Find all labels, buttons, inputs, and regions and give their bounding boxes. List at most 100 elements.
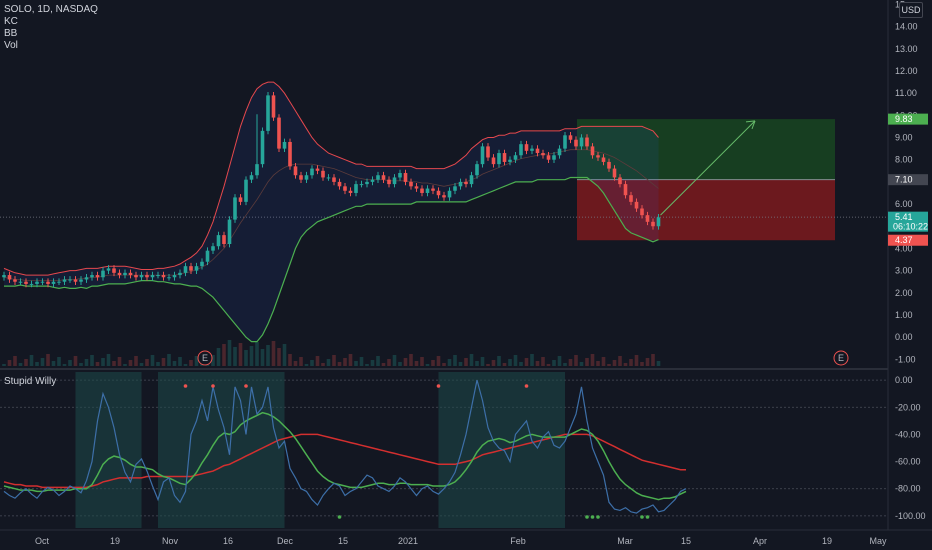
price-axis-tick: 0.00 (895, 332, 913, 342)
candle-body (299, 175, 303, 180)
volume-bar (629, 359, 633, 366)
volume-bar (249, 346, 254, 366)
candle-body (574, 139, 578, 147)
candle-body (552, 155, 556, 160)
candle-body (266, 95, 270, 131)
candle-body (101, 270, 105, 278)
chart-legend: SOLO, 1D, NASDAQ KC BB Vol (4, 4, 98, 52)
price-tag-label: 9.83 (895, 114, 913, 124)
volume-bar (359, 357, 364, 366)
candle-body (315, 168, 320, 171)
price-axis-tick: 1.00 (895, 310, 913, 320)
candle-body (95, 275, 100, 278)
volume-bar (57, 357, 61, 366)
candle-body (183, 266, 188, 273)
volume-bar (447, 359, 452, 366)
candle-body (370, 179, 375, 182)
volume-bar (656, 361, 661, 366)
volume-bar (167, 354, 171, 366)
osc-axis-tick: -80.00 (895, 484, 921, 494)
candle-body (205, 250, 210, 262)
volume-bar (607, 364, 611, 366)
candle-body (29, 283, 34, 285)
time-axis-tick: Dec (277, 536, 294, 546)
volume-bar (508, 359, 512, 366)
volume-bar (238, 343, 243, 366)
candle-body (68, 279, 72, 281)
candle-body (167, 277, 171, 279)
candle-body (502, 153, 507, 162)
currency-badge[interactable]: USD (899, 2, 923, 18)
volume-bar (530, 354, 534, 366)
candle-body (18, 281, 23, 283)
volume-bar (233, 347, 237, 366)
legend-indicator-bb[interactable]: BB (4, 28, 98, 40)
candle-body (288, 141, 292, 167)
volume-bar (189, 360, 193, 366)
price-axis-tick: 3.00 (895, 266, 913, 276)
volume-bar (46, 354, 50, 366)
volume-bar (469, 354, 474, 366)
volume-bar (178, 357, 182, 366)
candle-body (112, 268, 116, 273)
candle-body (40, 281, 45, 283)
time-axis-tick: 2021 (398, 536, 418, 546)
osc-axis-tick: -20.00 (895, 402, 921, 412)
oscillator-label[interactable]: Stupid Willy (4, 376, 56, 387)
volume-bar (640, 362, 644, 366)
price-tag-label: 4.37 (895, 235, 913, 245)
volume-bar (79, 363, 83, 366)
volume-bar (260, 349, 265, 366)
osc-axis-tick: -40.00 (895, 429, 921, 439)
volume-bar (365, 364, 369, 366)
volume-bar (161, 358, 166, 366)
volume-bar (266, 345, 270, 366)
earnings-marker-label: E (838, 353, 844, 363)
candle-body (62, 279, 67, 282)
symbol-title: SOLO, 1D, NASDAQ (4, 4, 98, 15)
candle-body (491, 157, 496, 165)
volume-bar (145, 359, 149, 366)
price-tag-label: 5.41 (895, 212, 913, 222)
volume-bar (409, 354, 413, 366)
candle-body (13, 279, 17, 282)
osc-signal-dot (640, 515, 644, 519)
candle-body (161, 275, 166, 278)
osc-signal-dot (645, 515, 650, 519)
price-tag-countdown: 06:10:22 (893, 222, 928, 232)
candle-body (282, 141, 287, 149)
price-axis-tick: -1.00 (895, 354, 916, 364)
candle-body (57, 281, 61, 283)
volume-bar (623, 363, 628, 366)
candle-body (321, 170, 325, 178)
legend-indicator-vol[interactable]: Vol (4, 40, 98, 52)
candle-body (343, 186, 347, 191)
candle-body (271, 95, 276, 118)
candle-body (431, 188, 435, 191)
volume-bar (453, 355, 457, 366)
time-axis-tick: Oct (35, 536, 50, 546)
price-axis-tick: 6.00 (895, 199, 913, 209)
candle-body (172, 275, 177, 278)
volume-bar (101, 358, 105, 366)
candle-body (304, 175, 309, 180)
osc-signal-dot (596, 515, 600, 519)
candle-body (458, 181, 463, 187)
chart-canvas[interactable]: EE1514.0013.0012.0011.0010.009.008.007.0… (0, 0, 932, 550)
candle-body (156, 275, 160, 277)
candle-body (326, 177, 331, 179)
candle-body (84, 277, 89, 280)
candle-body (409, 181, 413, 187)
candle-body (530, 148, 534, 151)
candle-body (656, 217, 661, 227)
volume-bar (106, 354, 111, 366)
candle-body (486, 146, 490, 158)
candle-body (2, 275, 6, 278)
candle-body (178, 272, 182, 276)
legend-indicator-kc[interactable]: KC (4, 16, 98, 28)
volume-bar (651, 354, 655, 366)
price-axis-tick: 13.00 (895, 44, 918, 54)
volume-bar (519, 362, 523, 366)
candle-body (546, 155, 551, 160)
volume-bar (513, 355, 518, 366)
